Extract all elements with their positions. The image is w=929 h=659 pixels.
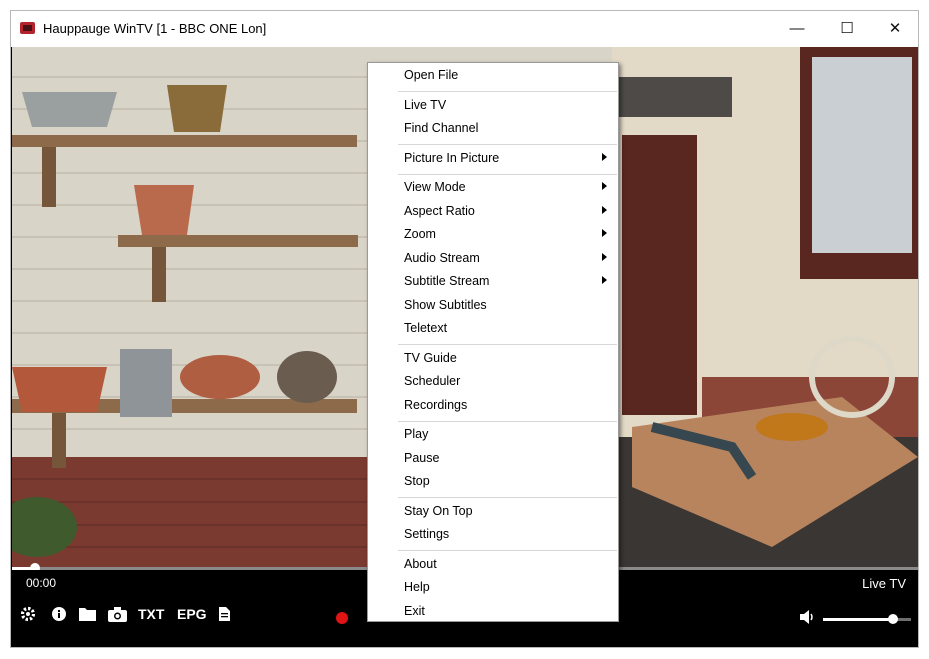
menu-item-picture-in-picture[interactable]: Picture In Picture	[368, 148, 618, 171]
menu-item-label: Find Channel	[404, 121, 479, 135]
menu-item-play[interactable]: Play	[368, 424, 618, 447]
menu-item-pause[interactable]: Pause	[368, 448, 618, 471]
menu-item-label: Stop	[404, 474, 430, 488]
submenu-arrow-icon	[602, 252, 607, 261]
menu-item-label: Aspect Ratio	[404, 203, 475, 218]
menu-item-label: Zoom	[404, 227, 436, 241]
menu-item-label: Settings	[404, 527, 450, 541]
menu-separator	[398, 173, 617, 175]
submenu-arrow-icon	[602, 182, 607, 190]
record-icon[interactable]	[336, 612, 348, 624]
menu-item-label: Audio Stream	[404, 250, 480, 265]
menu-item-help[interactable]: Help	[368, 577, 618, 600]
menu-item-open-file[interactable]: Open File	[368, 65, 618, 88]
menu-item-label: Teletext	[404, 321, 448, 335]
playback-time: 00:00	[26, 576, 57, 590]
menu-item-label: Stay On Top	[404, 503, 473, 518]
epg-button[interactable]: EPG	[177, 606, 207, 622]
live-tv-indicator: Live TV	[862, 576, 906, 591]
minimize-button[interactable]: —	[774, 11, 820, 45]
menu-item-label: TV Guide	[404, 350, 457, 365]
menu-item-label: Open File	[404, 68, 459, 82]
menu-item-settings[interactable]: Settings	[368, 524, 618, 547]
menu-item-aspect-ratio[interactable]: Aspect Ratio	[368, 201, 618, 224]
menu-item-label: Picture In Picture	[404, 150, 500, 165]
menu-item-teletext[interactable]: Teletext	[368, 318, 618, 341]
menu-item-recordings[interactable]: Recordings	[368, 395, 618, 418]
volume-slider[interactable]	[823, 614, 911, 624]
volume-slider-thumb[interactable]	[888, 614, 899, 624]
folder-icon[interactable]	[79, 606, 96, 622]
menu-item-stop[interactable]: Stop	[368, 471, 618, 494]
menu-item-label: Show Subtitles	[404, 297, 487, 312]
submenu-arrow-icon	[602, 229, 607, 237]
context-menu: Open File Live TV Find Channel Picture In P…	[367, 62, 619, 622]
menu-item-label: Live TV	[404, 97, 447, 112]
volume-icon[interactable]	[800, 610, 816, 629]
app-logo-icon	[20, 22, 35, 34]
close-button[interactable]: ✕	[872, 11, 918, 45]
menu-item-label: Exit	[404, 603, 425, 618]
menu-item-live-tv[interactable]: Live TV	[368, 95, 618, 118]
menu-item-label: View Mode	[404, 180, 466, 194]
info-icon[interactable]	[51, 606, 67, 622]
menu-item-audio-stream[interactable]: Audio Stream	[368, 248, 618, 271]
maximize-button[interactable]: ☐	[824, 11, 870, 45]
menu-separator	[398, 344, 617, 345]
menu-item-label: Help	[404, 580, 430, 594]
menu-separator	[398, 91, 617, 92]
menu-item-zoom[interactable]: Zoom	[368, 224, 618, 247]
window-title: Hauppauge WinTV [1 - BBC ONE Lon]	[43, 21, 267, 36]
submenu-arrow-icon	[602, 152, 607, 161]
menu-item-tv-guide[interactable]: TV Guide	[368, 348, 618, 371]
title-bar: Hauppauge WinTV [1 - BBC ONE Lon] — ☐ ✕	[11, 11, 918, 47]
menu-separator	[398, 497, 617, 498]
menu-item-find-channel[interactable]: Find Channel	[368, 118, 618, 141]
menu-item-label: Recordings	[404, 397, 468, 412]
menu-item-scheduler[interactable]: Scheduler	[368, 371, 618, 394]
menu-separator	[398, 420, 617, 422]
gear-icon[interactable]	[20, 606, 36, 622]
menu-item-view-mode[interactable]: View Mode	[368, 177, 618, 200]
menu-item-label: Scheduler	[404, 374, 461, 388]
volume-slider-fill	[823, 618, 894, 621]
menu-separator	[398, 144, 617, 145]
menu-item-label: Pause	[404, 450, 440, 465]
menu-item-label: Play	[404, 427, 429, 441]
menu-item-subtitle-stream[interactable]: Subtitle Stream	[368, 271, 618, 294]
document-icon[interactable]	[218, 606, 230, 622]
menu-item-show-subtitles[interactable]: Show Subtitles	[368, 295, 618, 318]
menu-item-exit[interactable]: Exit	[368, 601, 618, 624]
teletext-button[interactable]: TXT	[138, 606, 164, 622]
camera-icon[interactable]	[108, 606, 127, 622]
menu-item-label: Subtitle Stream	[404, 274, 490, 288]
submenu-arrow-icon	[602, 276, 607, 284]
submenu-arrow-icon	[602, 205, 607, 214]
menu-item-label: About	[404, 556, 437, 571]
menu-item-stay-on-top[interactable]: Stay On Top	[368, 501, 618, 524]
menu-item-about[interactable]: About	[368, 554, 618, 577]
menu-separator	[398, 550, 617, 551]
